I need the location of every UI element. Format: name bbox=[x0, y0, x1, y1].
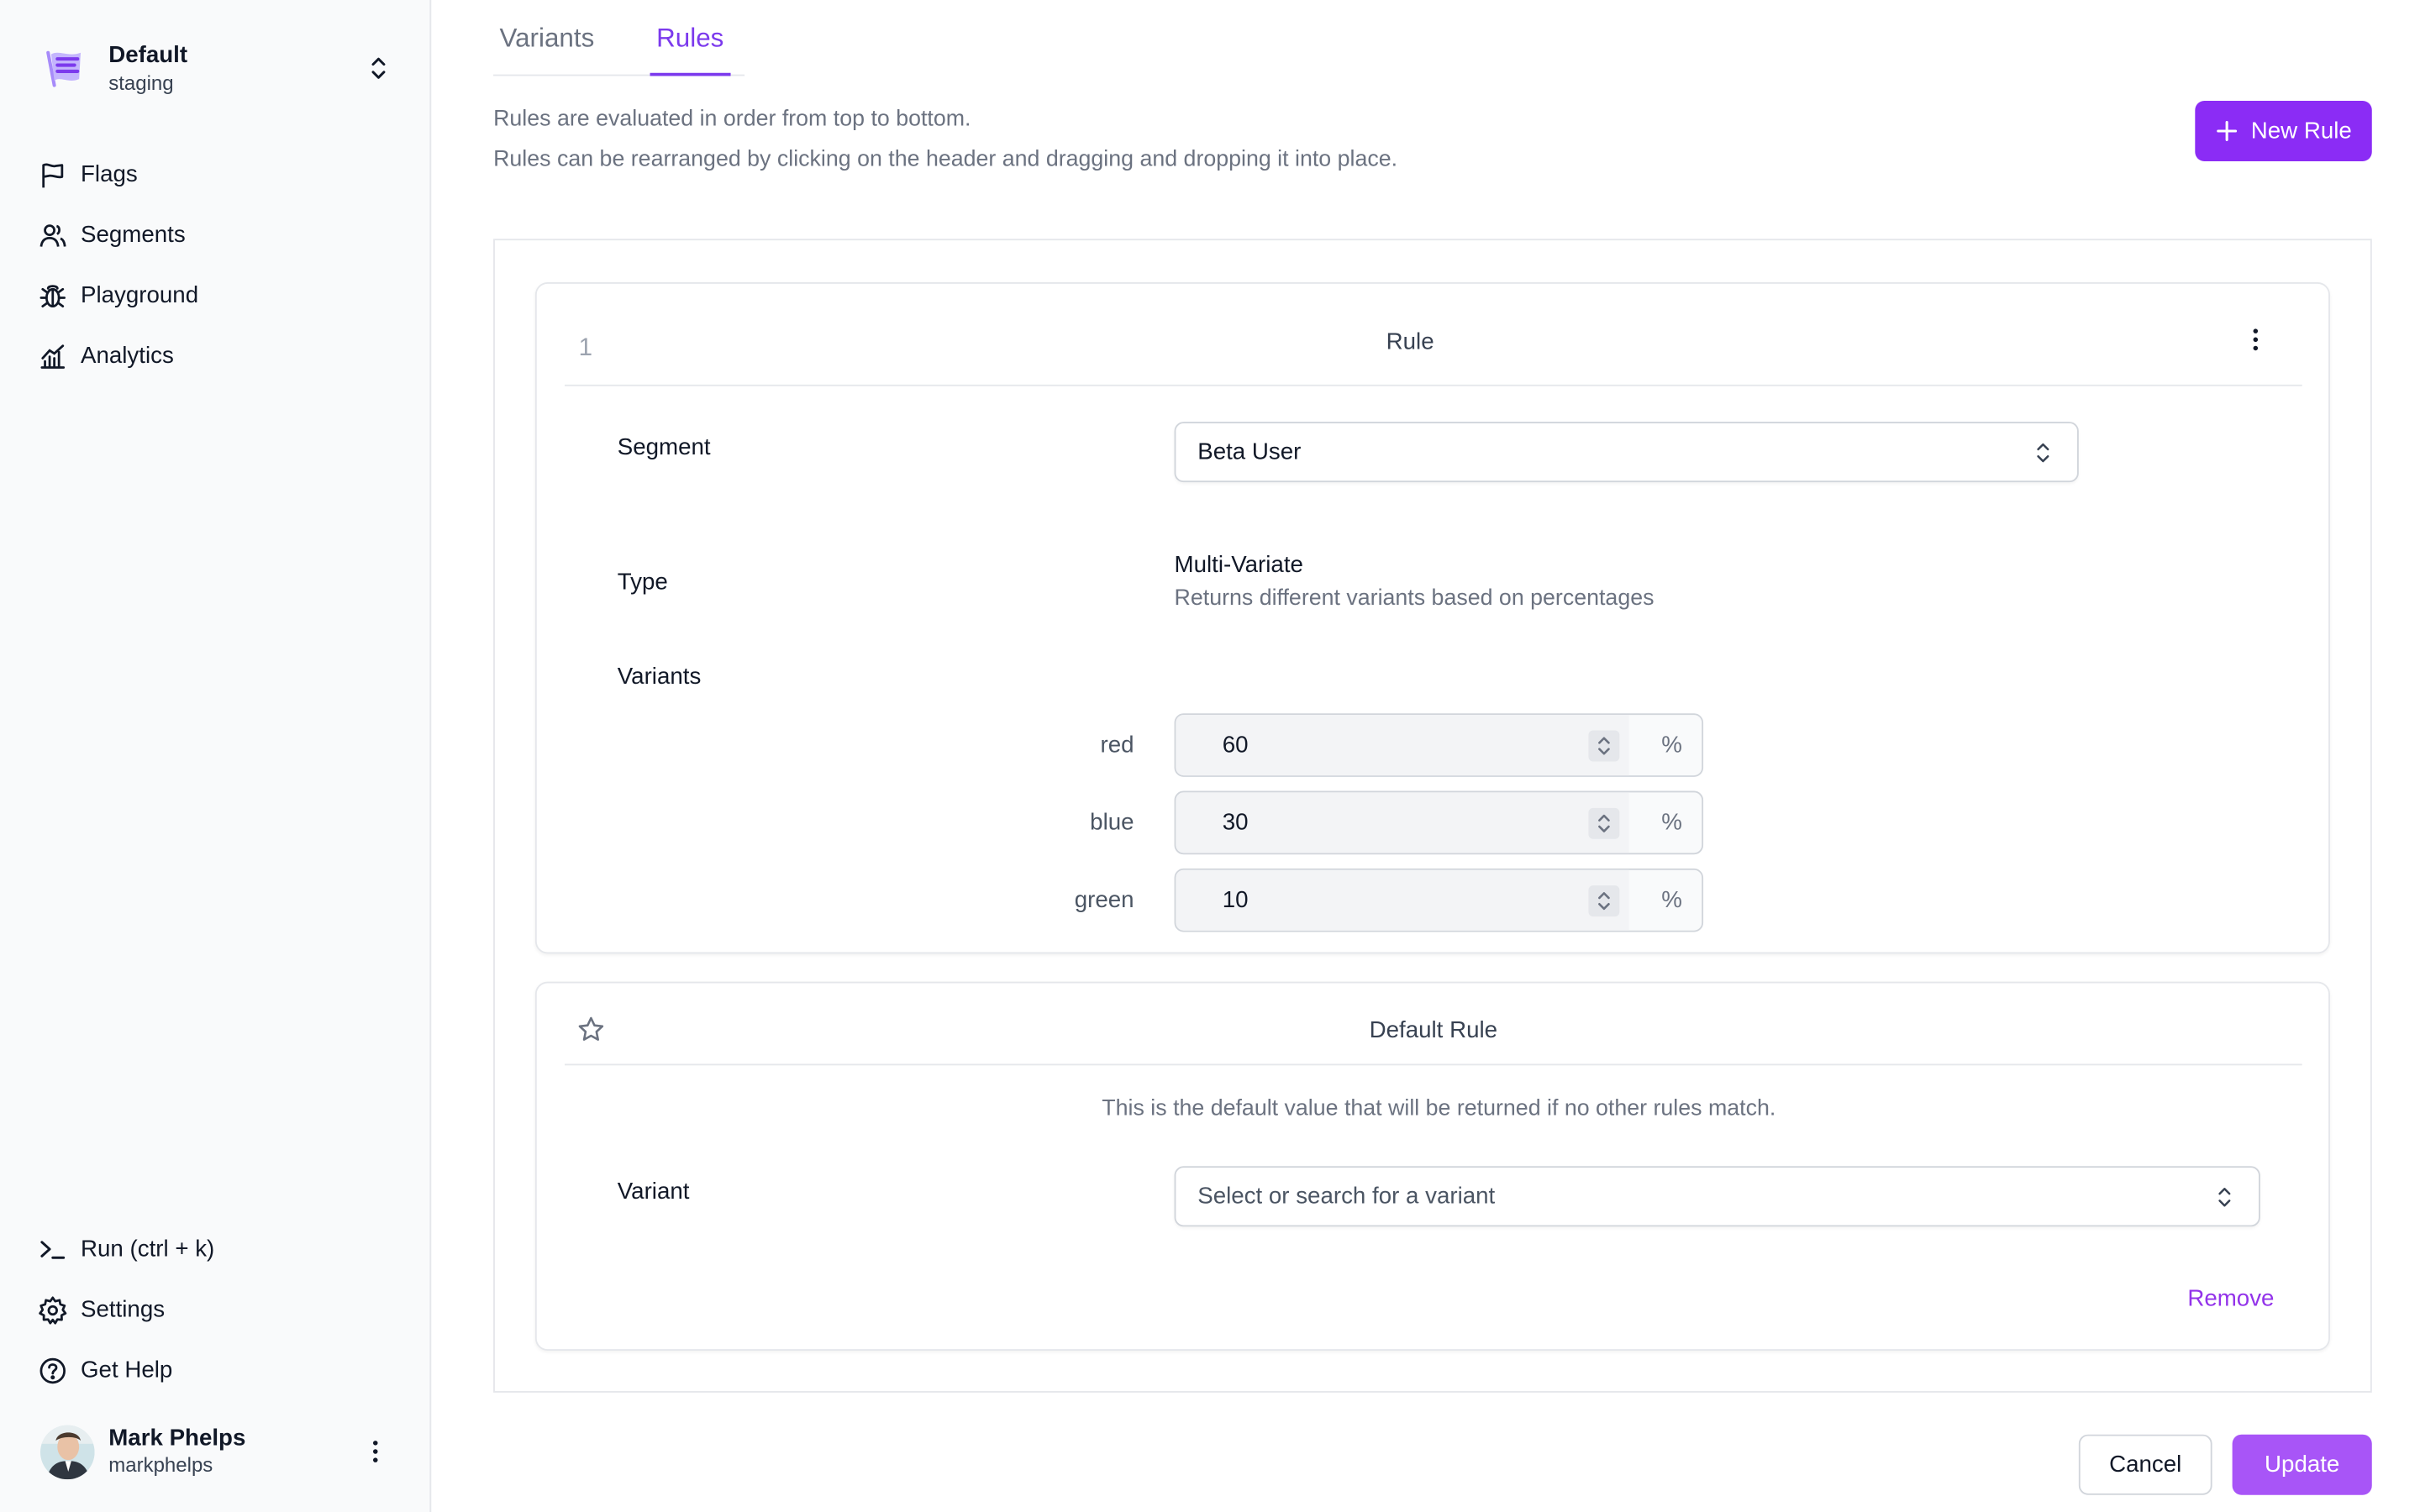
more-vertical-icon[interactable] bbox=[2240, 324, 2271, 355]
percent-unit: % bbox=[1661, 732, 1682, 759]
terminal-icon bbox=[40, 1240, 66, 1258]
rule-header[interactable]: 1 Rule bbox=[565, 284, 2302, 386]
stepper-icon[interactable] bbox=[1588, 807, 1620, 839]
new-rule-button[interactable]: New Rule bbox=[2195, 101, 2372, 161]
variant-percentage-input[interactable]: 10 % bbox=[1174, 868, 1704, 932]
sidebar-item-flags[interactable]: Flags bbox=[37, 144, 409, 205]
variant-name: blue bbox=[1090, 809, 1134, 837]
rules-description-line: Rules are evaluated in order from top to… bbox=[493, 107, 971, 132]
sidebar: Default staging Flags Segments Playgroun… bbox=[0, 0, 432, 1512]
sidebar-item-settings[interactable]: Settings bbox=[37, 1279, 409, 1340]
variant-percentage-value: 10 bbox=[1222, 887, 1249, 914]
default-rule-card: Default Rule This is the default value t… bbox=[534, 981, 2330, 1351]
namespace-title: Default bbox=[108, 41, 188, 69]
sidebar-item-help[interactable]: Get Help bbox=[37, 1340, 409, 1400]
type-description: Returns different variants based on perc… bbox=[1174, 585, 1655, 612]
plus-icon bbox=[2217, 121, 2238, 141]
variants-label: Variants bbox=[617, 664, 702, 690]
update-button[interactable]: Update bbox=[2232, 1434, 2372, 1495]
chevron-up-down-icon bbox=[2037, 443, 2049, 463]
help-icon bbox=[39, 1357, 66, 1383]
variant-placeholder: Select or search for a variant bbox=[1197, 1183, 1496, 1210]
stepper-icon[interactable] bbox=[1588, 885, 1620, 917]
default-rule-title: Default Rule bbox=[1369, 1017, 1498, 1044]
users-icon bbox=[39, 223, 66, 246]
tab-variants[interactable]: Variants bbox=[493, 0, 601, 76]
sidebar-item-label: Settings bbox=[81, 1296, 166, 1323]
sidebar-item-segments[interactable]: Segments bbox=[37, 205, 409, 265]
sidebar-nav: Flags Segments Playground Analytics bbox=[37, 144, 409, 386]
rule-title: Rule bbox=[1386, 328, 1434, 355]
segment-select[interactable]: Beta User bbox=[1174, 422, 2079, 483]
type-title: Multi-Variate bbox=[1174, 552, 1303, 579]
rule-card: 1 Rule Segment Beta User Type Multi-Vari… bbox=[534, 282, 2330, 954]
namespace-subtitle: staging bbox=[108, 71, 174, 95]
variant-percentage-value: 60 bbox=[1222, 732, 1249, 759]
rules-description-line: Rules can be rearranged by clicking on t… bbox=[493, 147, 1398, 172]
percent-unit: % bbox=[1661, 809, 1682, 837]
type-label: Type bbox=[617, 569, 668, 596]
sidebar-item-label: Playground bbox=[81, 282, 199, 309]
user-name: Mark Phelps bbox=[108, 1425, 246, 1452]
sidebar-item-label: Run (ctrl + k) bbox=[81, 1236, 215, 1263]
user-profile[interactable]: Mark Phelps markphelps bbox=[40, 1424, 397, 1479]
default-rule-header: Default Rule bbox=[565, 983, 2302, 1066]
sidebar-item-run[interactable]: Run (ctrl + k) bbox=[37, 1219, 409, 1279]
user-handle: markphelps bbox=[108, 1452, 213, 1477]
sidebar-item-label: Analytics bbox=[81, 343, 174, 370]
rules-description: Rules are evaluated in order from top to… bbox=[493, 99, 1397, 180]
rules-container: 1 Rule Segment Beta User Type Multi-Vari… bbox=[493, 239, 2372, 1393]
flipt-logo-icon bbox=[46, 50, 81, 87]
chevron-up-down-icon bbox=[2218, 1188, 2231, 1207]
sidebar-item-analytics[interactable]: Analytics bbox=[37, 326, 409, 386]
sidebar-item-label: Get Help bbox=[81, 1357, 173, 1383]
main-content: Variants Rules Rules are evaluated in or… bbox=[433, 0, 2420, 1512]
default-variant-select[interactable]: Select or search for a variant bbox=[1174, 1166, 2260, 1227]
sidebar-item-label: Flags bbox=[81, 161, 138, 188]
stepper-icon[interactable] bbox=[1588, 730, 1620, 762]
variant-label: Variant bbox=[617, 1179, 690, 1205]
segment-label: Segment bbox=[617, 433, 711, 461]
sidebar-item-playground[interactable]: Playground bbox=[37, 265, 409, 326]
remove-button[interactable]: Remove bbox=[2187, 1285, 2274, 1311]
segment-value: Beta User bbox=[1197, 438, 1302, 465]
chevron-up-down-icon bbox=[371, 57, 386, 79]
namespace-switcher[interactable]: Default staging bbox=[40, 37, 394, 99]
chart-icon bbox=[40, 344, 66, 369]
tab-rules[interactable]: Rules bbox=[650, 0, 730, 76]
variant-name: red bbox=[1100, 732, 1134, 759]
cancel-button[interactable]: Cancel bbox=[2078, 1434, 2212, 1495]
new-rule-label: New Rule bbox=[2250, 118, 2352, 144]
bug-icon bbox=[39, 284, 66, 307]
sidebar-item-label: Segments bbox=[81, 222, 186, 249]
tab-bar: Variants Rules bbox=[493, 0, 780, 76]
default-rule-description: This is the default value that will be r… bbox=[1102, 1096, 1776, 1121]
flag-icon bbox=[42, 162, 64, 187]
percent-unit: % bbox=[1661, 887, 1682, 914]
gear-icon bbox=[39, 1295, 67, 1324]
variant-percentage-input[interactable]: 30 % bbox=[1174, 790, 1704, 855]
more-vertical-icon[interactable] bbox=[360, 1436, 391, 1467]
variant-name: green bbox=[1074, 887, 1134, 914]
sidebar-bottom-nav: Run (ctrl + k) Settings Get Help bbox=[37, 1219, 409, 1400]
avatar bbox=[40, 1424, 95, 1479]
variant-percentage-input[interactable]: 60 % bbox=[1174, 713, 1704, 777]
variant-percentage-value: 30 bbox=[1222, 809, 1249, 837]
